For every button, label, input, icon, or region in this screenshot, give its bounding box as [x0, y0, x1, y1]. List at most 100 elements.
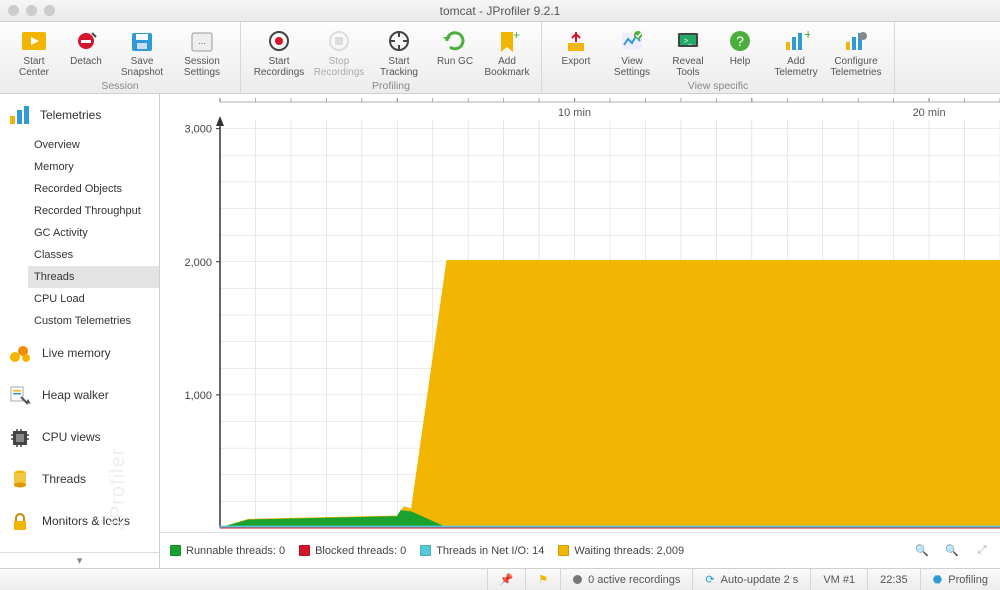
start-center-button[interactable]: StartCenter — [8, 26, 60, 78]
cpu-views-icon — [8, 426, 32, 448]
status-pin[interactable]: 📌 — [487, 569, 526, 590]
threads-chart[interactable]: 10 min 20 min 1,000 2,000 3,000 — [160, 94, 1000, 532]
start-recordings-button[interactable]: StartRecordings — [249, 26, 309, 78]
toolbar-btn-label: Export — [562, 56, 591, 67]
status-flag[interactable]: ⚑ — [525, 569, 560, 590]
detach-icon — [72, 28, 100, 54]
status-state-label: Profiling — [948, 574, 988, 586]
legend-netio-label: Threads in Net I/O: 14 — [436, 545, 544, 557]
session-settings-button[interactable]: ⋯SessionSettings — [172, 26, 232, 78]
start-tracking-icon — [385, 28, 413, 54]
stop-recordings-button: StopRecordings — [309, 26, 369, 78]
sidebar-item-memory[interactable]: Memory — [28, 156, 159, 178]
add-bookmark-icon: + — [493, 28, 521, 54]
toolbar-btn-label: SessionSettings — [184, 56, 220, 78]
legend-blocked-label: Blocked threads: 0 — [315, 545, 406, 557]
add-telemetry-button[interactable]: + AddTelemetry — [766, 26, 826, 78]
legend-waiting-label: Waiting threads: 2,009 — [574, 545, 684, 557]
start-tracking-button[interactable]: StartTracking — [369, 26, 429, 78]
session-settings-icon: ⋯ — [188, 28, 216, 54]
zoom-in-icon[interactable]: 🔍 — [914, 543, 930, 559]
svg-text:2,000: 2,000 — [184, 257, 212, 269]
main-area: Telemetries OverviewMemoryRecorded Objec… — [0, 94, 1000, 568]
sidebar-item-threads[interactable]: Threads — [28, 266, 159, 288]
sidebar-row-live-memory[interactable]: Live memory — [0, 332, 159, 374]
sidebar-row-heap-walker[interactable]: Heap walker — [0, 374, 159, 416]
sidebar-sublist: OverviewMemoryRecorded ObjectsRecorded T… — [0, 132, 159, 332]
status-bar: 📌 ⚑ 0 active recordings ⟳ Auto-update 2 … — [0, 568, 1000, 590]
start-center-icon — [20, 28, 48, 54]
sidebar-row-monitors-locks[interactable]: Monitors & locks — [0, 500, 159, 542]
svg-text:+: + — [513, 29, 520, 42]
sidebar-row-label: Live memory — [42, 346, 111, 360]
svg-text:20 min: 20 min — [913, 107, 946, 119]
zoom-out-icon[interactable]: 🔍 — [944, 543, 960, 559]
sidebar-item-custom-telemetries[interactable]: Custom Telemetries — [28, 310, 159, 332]
telemetries-icon — [8, 104, 32, 126]
status-autoupdate-label: Auto-update 2 s — [721, 574, 799, 586]
status-autoupdate[interactable]: ⟳ Auto-update 2 s — [692, 569, 810, 590]
legend-blocked: Blocked threads: 0 — [299, 545, 406, 557]
legend-runnable-label: Runnable threads: 0 — [186, 545, 285, 557]
svg-text:10 min: 10 min — [558, 107, 591, 119]
sidebar-row-cpu-views[interactable]: CPU views — [0, 416, 159, 458]
reveal-tools-icon: >_ — [674, 28, 702, 54]
sidebar-item-recorded-objects[interactable]: Recorded Objects — [28, 178, 159, 200]
status-vm: VM #1 — [810, 569, 867, 590]
svg-text:3,000: 3,000 — [184, 124, 212, 136]
sidebar-item-cpu-load[interactable]: CPU Load — [28, 288, 159, 310]
profiling-icon: ⬣ — [933, 573, 943, 586]
sidebar-item-recorded-throughput[interactable]: Recorded Throughput — [28, 200, 159, 222]
threads-icon — [8, 468, 32, 490]
live-memory-icon — [8, 342, 32, 364]
reveal-tools-button[interactable]: >_RevealTools — [662, 26, 714, 78]
toolbar-group-label: Profiling — [241, 78, 541, 95]
titlebar: tomcat - JProfiler 9.2.1 — [0, 0, 1000, 22]
help-icon: ? — [726, 28, 754, 54]
sidebar-head-telemetries[interactable]: Telemetries — [0, 98, 159, 132]
export-button[interactable]: Export — [550, 26, 602, 78]
toolbar-btn-label: StartCenter — [19, 56, 49, 78]
run-gc-button[interactable]: Run GC — [429, 26, 481, 78]
toolbar-btn-label: RevealTools — [672, 56, 703, 78]
view-settings-button[interactable]: ViewSettings — [602, 26, 662, 78]
sidebar-row-label: CPU views — [42, 430, 101, 444]
toolbar-group: StartRecordingsStopRecordingsStartTracki… — [241, 22, 542, 93]
toolbar: StartCenterDetachSaveSnapshot⋯SessionSet… — [0, 22, 1000, 94]
toolbar-btn-label: Detach — [70, 56, 102, 67]
legend-waiting: Waiting threads: 2,009 — [558, 545, 684, 557]
svg-text:+: + — [804, 29, 810, 42]
detach-button[interactable]: Detach — [60, 26, 112, 78]
zoom-fit-icon[interactable]: ⤢ — [974, 543, 990, 559]
window-title: tomcat - JProfiler 9.2.1 — [0, 4, 1000, 18]
svg-text:?: ? — [736, 33, 744, 49]
swatch-runnable — [170, 545, 181, 556]
status-recordings-label: 0 active recordings — [588, 574, 680, 586]
status-state: ⬣ Profiling — [920, 569, 1000, 590]
status-vm-label: VM #1 — [823, 574, 855, 586]
swatch-waiting — [558, 545, 569, 556]
sidebar-expand-toggle[interactable]: ▾ — [0, 552, 159, 568]
sidebar-item-gc-activity[interactable]: GC Activity — [28, 222, 159, 244]
toolbar-btn-label: Run GC — [437, 56, 473, 67]
view-settings-icon — [618, 28, 646, 54]
sidebar-row-threads[interactable]: Threads — [0, 458, 159, 500]
status-recordings[interactable]: 0 active recordings — [560, 569, 692, 590]
legend-bar: Runnable threads: 0 Blocked threads: 0 T… — [160, 532, 1000, 568]
toolbar-btn-label: ViewSettings — [614, 56, 650, 78]
save-snapshot-button[interactable]: SaveSnapshot — [112, 26, 172, 78]
add-bookmark-button[interactable]: +AddBookmark — [481, 26, 533, 78]
chart-panel: 10 min 20 min 1,000 2,000 3,000 Runnable thr… — [160, 94, 1000, 568]
svg-text:1,000: 1,000 — [184, 390, 212, 402]
configure-telemetries-icon — [842, 28, 870, 54]
toolbar-btn-label: AddTelemetry — [774, 56, 817, 78]
toolbar-group: StartCenterDetachSaveSnapshot⋯SessionSet… — [0, 22, 241, 93]
status-time-label: 22:35 — [880, 574, 908, 586]
help-button[interactable]: ? Help — [714, 26, 766, 78]
sidebar-item-overview[interactable]: Overview — [28, 134, 159, 156]
toolbar-btn-label: Help — [730, 56, 751, 67]
configure-telemetries-button[interactable]: ConfigureTelemetries — [826, 26, 886, 78]
toolbar-group-label: View specific — [542, 78, 894, 95]
sidebar-item-classes[interactable]: Classes — [28, 244, 159, 266]
record-dot-icon — [573, 575, 582, 584]
